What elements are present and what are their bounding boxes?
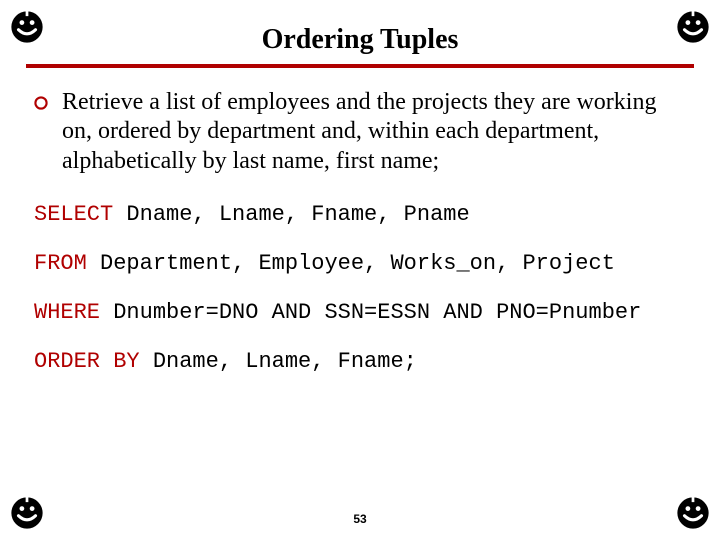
slide-content: Retrieve a list of employees and the pro… (0, 68, 720, 374)
bullet-icon (34, 96, 48, 110)
sql-line-orderby: ORDER BY Dname, Lname, Fname; (34, 349, 686, 374)
page-number: 53 (0, 512, 720, 526)
sql-line-from: FROM Department, Employee, Works_on, Pro… (34, 251, 686, 276)
sql-keyword: ORDER BY (34, 349, 140, 374)
sql-text: Dname, Lname, Fname; (140, 349, 417, 374)
sql-line-select: SELECT Dname, Lname, Fname, Pname (34, 202, 686, 227)
sql-keyword: SELECT (34, 202, 113, 227)
sql-keyword: FROM (34, 251, 87, 276)
bullet-item: Retrieve a list of employees and the pro… (34, 88, 686, 176)
bullet-text: Retrieve a list of employees and the pro… (62, 88, 686, 176)
corner-icon-top-right (676, 10, 710, 44)
sql-line-where: WHERE Dnumber=DNO AND SSN=ESSN AND PNO=P… (34, 300, 686, 325)
sql-text: Dname, Lname, Fname, Pname (113, 202, 469, 227)
sql-keyword: WHERE (34, 300, 100, 325)
corner-icon-top-left (10, 10, 44, 44)
sql-text: Dnumber=DNO AND SSN=ESSN AND PNO=Pnumber (100, 300, 641, 325)
sql-text: Department, Employee, Works_on, Project (87, 251, 615, 276)
slide-title: Ordering Tuples (0, 0, 720, 56)
